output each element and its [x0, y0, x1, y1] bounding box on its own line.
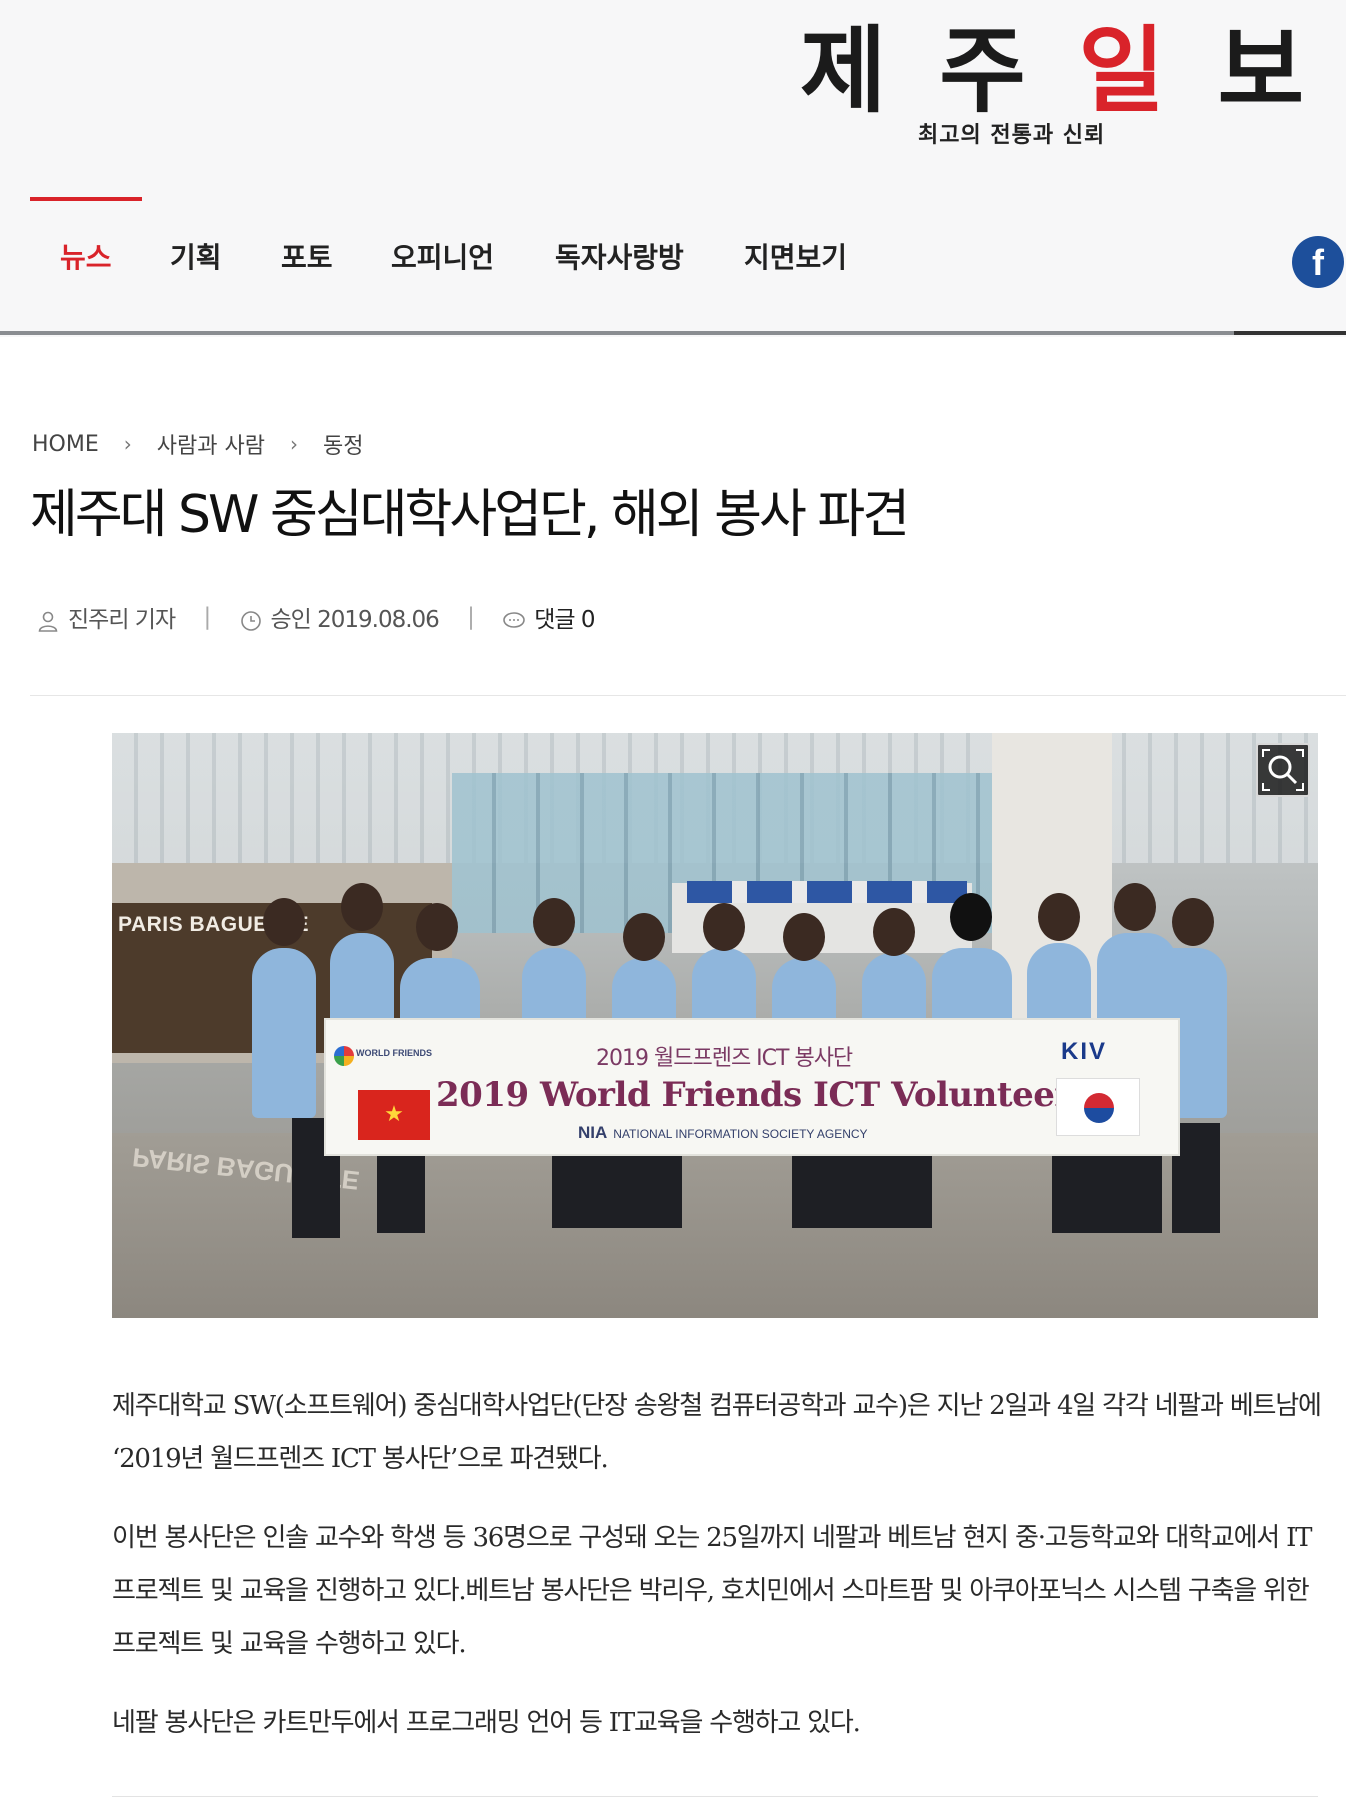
- article-meta: 진주리 기자 | 승인 2019.08.06 | 댓글 0: [36, 600, 595, 634]
- banner-agency-full: NATIONAL INFORMATION SOCIETY AGENCY: [613, 1127, 868, 1141]
- photo-banner: WORLD FRIENDS 2019 월드프렌즈 ICT 봉사단 KIV ★ 2…: [324, 1018, 1180, 1156]
- approved-date: 승인 2019.08.06: [239, 600, 440, 634]
- nav-item-readers[interactable]: 독자사랑방: [555, 236, 684, 276]
- article-body: 제주대학교 SW(소프트웨어) 중심대학사업단(단장 송왕철 컴퓨터공학과 교수…: [112, 1380, 1322, 1776]
- banner-wf: WORLD FRIENDS: [356, 1048, 432, 1058]
- korea-flag-icon: [1056, 1078, 1140, 1136]
- nav-item-e-paper[interactable]: 지면보기: [744, 236, 847, 276]
- nav-item-photo[interactable]: 포토: [281, 236, 333, 276]
- nav-item-feature[interactable]: 기획: [170, 236, 222, 276]
- vietnam-flag-icon: ★: [358, 1090, 430, 1140]
- article-title: 제주대 SW 중심대학사업단, 해외 봉사 파견: [30, 485, 910, 545]
- meta-divider: |: [203, 603, 211, 630]
- nav-active-indicator: [30, 197, 142, 201]
- banner-english: 2019 World Friends ICT Volunteers: [436, 1075, 1091, 1115]
- approved-date-text: 승인 2019.08.06: [270, 607, 440, 633]
- header-divider-accent: [1234, 331, 1346, 335]
- breadcrumb-home[interactable]: HOME: [32, 432, 99, 457]
- banner-agency: NIA NATIONAL INFORMATION SOCIETY AGENCY: [578, 1123, 868, 1143]
- article-paragraph: 이번 봉사단은 인솔 교수와 학생 등 36명으로 구성돼 오는 25일까지 네…: [112, 1523, 1312, 1659]
- site-logo[interactable]: 제 주 일 보 최고의 전통과 신뢰: [800, 22, 1304, 152]
- user-icon: [38, 611, 58, 632]
- meta-divider-line: [30, 695, 1346, 696]
- zoom-button[interactable]: [1256, 743, 1310, 797]
- site-header: 제 주 일 보 최고의 전통과 신뢰 뉴스 기획 포토 오피니언 독자사랑방 지…: [0, 0, 1346, 337]
- breadcrumb-section[interactable]: 사람과 사람: [157, 428, 265, 460]
- clock-icon: [240, 610, 261, 631]
- photo-person-head: [1172, 898, 1214, 946]
- logo-slogan: 최고의 전통과 신뢰: [918, 123, 1106, 148]
- breadcrumb: HOME › 사람과 사람 › 동정: [32, 428, 363, 460]
- photo-person-head: [341, 883, 383, 931]
- taeguk-icon: [1084, 1093, 1114, 1123]
- logo-text-right: 보: [1174, 17, 1315, 126]
- chevron-right-icon: ›: [289, 432, 298, 456]
- article-photo[interactable]: PARIS BAGUETTE PARIS BAGUETTE WORLD FRIE…: [112, 733, 1318, 1318]
- photo-person-head: [873, 908, 915, 956]
- author-name: 진주리 기자: [68, 607, 176, 633]
- facebook-icon[interactable]: f: [1292, 236, 1344, 288]
- logo-text-left: 제 주: [800, 17, 1079, 126]
- banner-agency-short: NIA: [578, 1123, 608, 1142]
- comments-link[interactable]: 댓글 0: [502, 600, 595, 634]
- photo-person-head: [950, 893, 992, 941]
- comments-count: 댓글 0: [534, 607, 595, 633]
- article-paragraph: 네팔 봉사단은 카트만두에서 프로그래밍 언어 등 IT교육을 수행하고 있다.: [112, 1708, 861, 1738]
- photo-person-head: [703, 903, 745, 951]
- photo-person-head: [1114, 883, 1156, 931]
- author: 진주리 기자: [36, 600, 176, 634]
- world-friends-logo-icon: [334, 1046, 354, 1066]
- photo-person-head: [533, 898, 575, 946]
- logo-wordmark: 제 주 일 보: [800, 22, 1304, 122]
- banner-kiv: KIV: [1061, 1038, 1108, 1065]
- banner-korean: 2019 월드프렌즈 ICT 봉사단: [596, 1046, 853, 1071]
- article-bottom-divider: [112, 1796, 1318, 1797]
- photo-person-head: [416, 903, 458, 951]
- photo-counter-signs: [687, 881, 967, 903]
- nav-item-news[interactable]: 뉴스: [60, 236, 112, 276]
- header-divider: [0, 331, 1346, 335]
- nav-item-opinion[interactable]: 오피니언: [391, 236, 494, 276]
- logo-text-red: 일: [1078, 17, 1175, 126]
- photo-person: [252, 948, 316, 1118]
- meta-divider: |: [467, 603, 475, 630]
- chevron-right-icon: ›: [123, 432, 132, 456]
- photo-person-head: [263, 898, 305, 946]
- article-paragraph: 제주대학교 SW(소프트웨어) 중심대학사업단(단장 송왕철 컴퓨터공학과 교수…: [112, 1391, 1322, 1474]
- breadcrumb-subsection[interactable]: 동정: [323, 428, 363, 460]
- photo-person-head: [783, 913, 825, 961]
- photo-person-head: [623, 913, 665, 961]
- photo-person-head: [1038, 893, 1080, 941]
- comment-icon: [503, 611, 526, 628]
- magnifier-icon: [1262, 749, 1304, 791]
